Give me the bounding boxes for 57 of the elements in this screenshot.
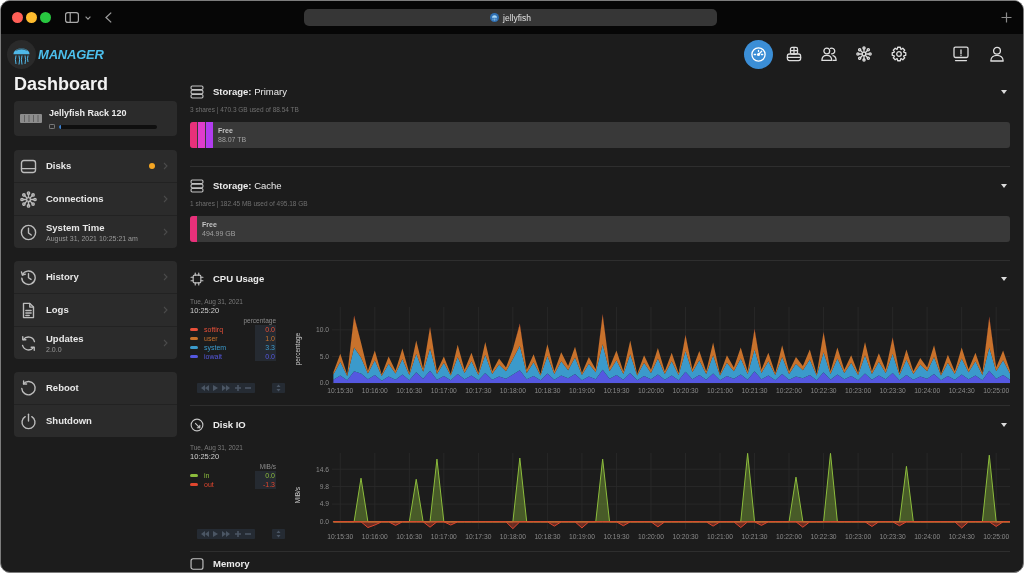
chevron-right-icon <box>163 162 168 170</box>
refresh-icon <box>20 334 37 352</box>
sidebar-item[interactable]: Logs <box>14 293 177 326</box>
server-stack-icon <box>190 85 204 99</box>
sidebar-icon[interactable] <box>65 12 79 23</box>
monitor-alert-icon[interactable] <box>953 46 969 62</box>
jellyfish-favicon-icon <box>490 13 500 22</box>
caret-icon[interactable] <box>1001 423 1007 427</box>
sidebar-item[interactable]: Shutdown <box>14 404 177 437</box>
network-icon <box>20 190 37 208</box>
device-card[interactable]: Jellyfish Rack 120 <box>14 101 177 136</box>
chevron-right-icon <box>163 306 168 314</box>
user-icon[interactable] <box>989 46 1005 62</box>
fullscreen-icon[interactable] <box>40 12 51 23</box>
caret-icon[interactable] <box>1001 90 1007 94</box>
power-icon <box>20 412 37 430</box>
sidebar-item[interactable]: Connections <box>14 182 177 215</box>
section-title: Storage: Primary <box>213 86 287 98</box>
sidebar-item[interactable]: Reboot <box>14 372 177 404</box>
chevron-right-icon <box>163 228 168 236</box>
gauge-icon[interactable] <box>744 39 773 69</box>
gauge-icon <box>190 418 204 432</box>
restart-icon <box>20 379 37 397</box>
history-icon <box>20 268 37 286</box>
chevron-down-icon[interactable] <box>85 15 91 20</box>
address-bar[interactable]: jellyfish <box>304 9 717 26</box>
caret-icon[interactable] <box>1001 277 1007 281</box>
jellyfish-logo-icon[interactable] <box>7 39 36 69</box>
users-icon[interactable] <box>820 46 837 62</box>
chevron-right-icon <box>163 195 168 203</box>
section-title: Storage: Cache <box>213 180 282 192</box>
clock-icon <box>20 223 37 241</box>
logo-text: MANAGER <box>38 46 104 62</box>
caret-icon[interactable] <box>1001 184 1007 188</box>
close-icon[interactable] <box>12 12 23 23</box>
server-rack-icon <box>20 114 42 123</box>
sidebar-item[interactable]: Disks <box>14 150 177 182</box>
memory-icon <box>190 557 204 571</box>
chip-icon <box>190 272 204 286</box>
plus-icon[interactable] <box>1001 12 1012 23</box>
minimize-icon[interactable] <box>26 12 37 23</box>
chevron-right-icon <box>163 339 168 347</box>
drive-icon[interactable] <box>785 46 802 62</box>
section-title: Disk IO <box>213 419 246 431</box>
section-title: CPU Usage <box>213 273 265 285</box>
network-icon[interactable] <box>855 46 872 62</box>
sidebar-item[interactable]: History <box>14 261 177 293</box>
drive-icon <box>20 157 37 175</box>
document-icon <box>20 301 37 319</box>
section-title: Memory <box>213 558 250 570</box>
server-stack-icon <box>190 179 204 193</box>
back-icon[interactable] <box>105 12 112 23</box>
gear-icon[interactable] <box>890 46 907 62</box>
drive-icon <box>49 124 55 129</box>
device-name: Jellyfish Rack 120 <box>49 108 128 119</box>
chevron-right-icon <box>163 273 168 281</box>
page-title: Dashboard <box>14 74 110 94</box>
